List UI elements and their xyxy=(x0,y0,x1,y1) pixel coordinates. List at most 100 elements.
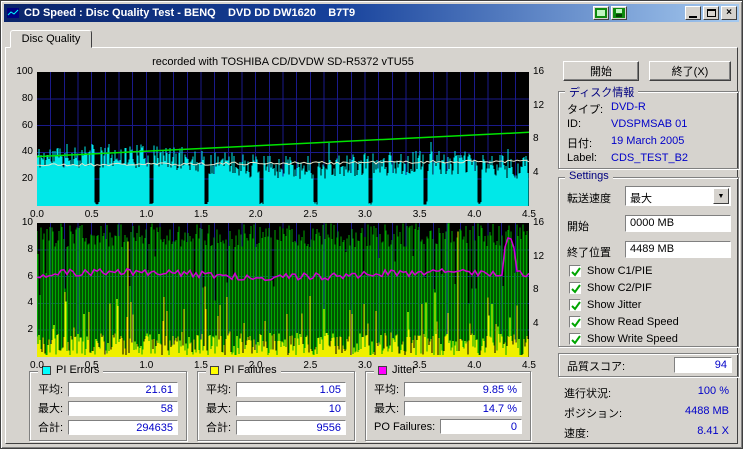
quality-score-label: 品質スコア: xyxy=(567,361,626,373)
checkbox-show-write-speed-label: Show Write Speed xyxy=(587,333,678,345)
close-icon: × xyxy=(726,7,732,18)
transfer-speed-label: 転送速度 xyxy=(567,193,611,205)
position-label: ポジション: xyxy=(564,408,623,420)
minimize-button[interactable] xyxy=(685,6,701,20)
disc-label-row: Label: CDS_TEST_B2 xyxy=(567,152,734,166)
show-jitter-row: Show Jitter xyxy=(569,298,641,312)
settings-group: Settings 転送速度 最大 ▼ 開始 0000 MB 終了位置 4489 … xyxy=(558,170,739,347)
end-position-field[interactable]: 4489 MB xyxy=(625,241,731,258)
jitter-max-label: 最大: xyxy=(374,403,400,415)
transfer-speed-value: 最大 xyxy=(630,193,652,205)
quality-score-value: 94 xyxy=(674,357,732,373)
disc-id-label: ID: xyxy=(567,118,582,130)
show-read-speed-row: Show Read Speed xyxy=(569,315,679,329)
pi-failures-swatch xyxy=(210,365,219,375)
save-graph-button[interactable] xyxy=(611,6,627,20)
speed-row: 速度: 8.41 X xyxy=(564,425,729,440)
disc-id-value: VDSPMSAB 01 xyxy=(611,118,688,130)
copy-graph-button[interactable] xyxy=(593,6,609,20)
po-failures-label: PO Failures: xyxy=(374,420,436,433)
maximize-button[interactable] xyxy=(703,6,719,20)
exit-button[interactable]: 終了(X) xyxy=(649,61,731,81)
checkbox-show-c2-pif-label: Show C2/PIF xyxy=(587,282,652,294)
checkbox-show-write-speed[interactable] xyxy=(569,333,581,345)
transfer-speed-select[interactable]: 最大 ▼ xyxy=(625,186,731,206)
show-write-speed-row: Show Write Speed xyxy=(569,332,678,346)
chart-recorded-with-text: recorded with TOSHIBA CD/DVDW SD-R5372 v… xyxy=(152,56,414,68)
disc-date-row: 日付: 19 March 2005 xyxy=(567,135,734,150)
checkbox-show-jitter-label: Show Jitter xyxy=(587,299,642,311)
close-button[interactable]: × xyxy=(721,6,737,20)
checkbox-show-c2-pif[interactable] xyxy=(569,282,581,294)
pi-failures-max-label: 最大: xyxy=(206,403,232,415)
jitter-legend-title: Jitter xyxy=(374,364,420,376)
checkbox-show-read-speed[interactable] xyxy=(569,316,581,328)
disc-label-value: CDS_TEST_B2 xyxy=(611,152,689,164)
pi-errors-title-text: PI Errors xyxy=(56,364,100,376)
disc-date-value: 19 March 2005 xyxy=(611,135,685,147)
pi-errors-max-label: 最大: xyxy=(38,403,64,415)
pi-errors-max-value: 58 xyxy=(68,400,178,416)
checkbox-show-jitter[interactable] xyxy=(569,299,581,311)
pi-failures-total-label: 合計: xyxy=(206,422,232,434)
minimize-icon xyxy=(689,15,697,18)
pi-failures-max-value: 10 xyxy=(236,400,346,416)
disc-id-row: ID: VDSPMSAB 01 xyxy=(567,118,734,132)
speed-value: 8.41 X xyxy=(697,425,729,437)
progress-label: 進行状況: xyxy=(564,388,612,400)
pi-failures-legend: PI Failures 平均: 1.05 最大: 10 合計: 9556 xyxy=(197,364,355,441)
app-icon[interactable] xyxy=(6,6,20,20)
titlebar[interactable]: CD Speed : Disc Quality Test - BENQ DVD … xyxy=(4,4,739,22)
checkbox-show-read-speed-label: Show Read Speed xyxy=(587,316,679,328)
chevron-down-icon[interactable]: ▼ xyxy=(713,188,729,204)
disc-info-title: ディスク情報 xyxy=(565,84,639,100)
pi-failures-jitter-chart xyxy=(36,223,530,357)
quality-score-group: 品質スコア: 94 xyxy=(558,353,739,377)
jitter-avg-value: 9.85 % xyxy=(404,381,522,397)
start-position-field[interactable]: 0000 MB xyxy=(625,215,731,232)
disc-label-label: Label: xyxy=(567,152,597,164)
end-position-label: 終了位置 xyxy=(567,247,611,259)
checkbox-show-c1-pie-label: Show C1/PIE xyxy=(587,265,653,277)
show-c2-pif-row: Show C2/PIF xyxy=(569,281,652,295)
pi-failures-legend-title: PI Failures xyxy=(206,364,281,376)
pi-failures-title-text: PI Failures xyxy=(224,364,277,376)
pi-failures-total-value: 9556 xyxy=(236,419,346,435)
jitter-title-text: Jitter xyxy=(392,364,416,376)
disc-date-label: 日付: xyxy=(567,138,593,150)
pi-errors-avg-value: 21.61 xyxy=(68,381,178,397)
jitter-avg-label: 平均: xyxy=(374,384,400,396)
pi-errors-legend-title: PI Errors xyxy=(38,364,104,376)
cd-speed-window: CD Speed : Disc Quality Test - BENQ DVD … xyxy=(0,0,743,449)
pi-errors-swatch xyxy=(42,365,51,375)
position-value: 4488 MB xyxy=(684,405,729,417)
show-c1-pie-row: Show C1/PIE xyxy=(569,264,652,278)
pi-errors-total-value: 294635 xyxy=(68,419,178,435)
checkbox-show-c1-pie[interactable] xyxy=(569,265,581,277)
pi-failures-avg-label: 平均: xyxy=(206,384,232,396)
po-failures-value: 0 xyxy=(440,419,522,434)
jitter-max-value: 14.7 % xyxy=(404,400,522,416)
start-button[interactable]: 開始 xyxy=(563,61,639,81)
speed-label: 速度: xyxy=(564,428,590,440)
tab-label: Disc Quality xyxy=(21,33,81,45)
disc-info-group: ディスク情報 タイプ: DVD-R ID: VDSPMSAB 01 日付: 19… xyxy=(558,84,739,169)
tab-disc-quality[interactable]: Disc Quality xyxy=(10,30,92,48)
settings-title: Settings xyxy=(565,170,613,182)
disc-type-value: DVD-R xyxy=(611,101,646,113)
pi-errors-total-label: 合計: xyxy=(38,422,64,434)
maximize-icon xyxy=(706,9,716,17)
progress-value: 100 % xyxy=(697,385,729,397)
jitter-legend: Jitter 平均: 9.85 % 最大: 14.7 % PO Failures: 0 xyxy=(365,364,531,441)
jitter-swatch xyxy=(378,365,387,375)
disc-type-row: タイプ: DVD-R xyxy=(567,101,734,116)
position-row: ポジション: 4488 MB xyxy=(564,405,729,420)
window-title: CD Speed : Disc Quality Test - BENQ DVD … xyxy=(24,7,356,19)
pi-errors-chart xyxy=(36,72,530,206)
start-position-label: 開始 xyxy=(567,221,589,233)
pi-errors-legend: PI Errors 平均: 21.61 最大: 58 合計: 294635 xyxy=(29,364,187,441)
progress-row: 進行状況: 100 % xyxy=(564,385,729,400)
pi-errors-avg-label: 平均: xyxy=(38,384,64,396)
pi-failures-avg-value: 1.05 xyxy=(236,381,346,397)
disc-type-label: タイプ: xyxy=(567,104,604,116)
